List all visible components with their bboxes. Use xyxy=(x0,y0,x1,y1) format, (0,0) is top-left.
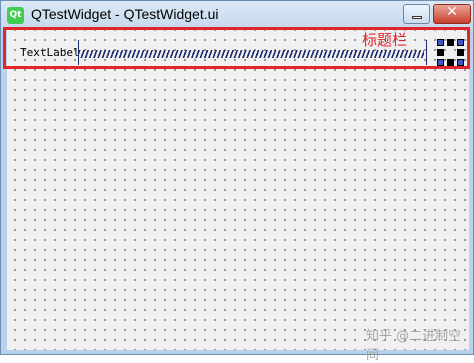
minimize-icon xyxy=(412,16,422,19)
form-canvas[interactable] xyxy=(7,30,469,350)
annotation-label: 标题栏 xyxy=(362,31,408,49)
window-title: QTestWidget - QTestWidget.ui xyxy=(31,6,219,22)
close-button[interactable]: ✕ xyxy=(433,4,471,24)
qt-logo-icon: Qt xyxy=(7,7,24,24)
title-bar[interactable]: Qt QTestWidget - QTestWidget.ui ✕ xyxy=(1,1,473,29)
close-icon: ✕ xyxy=(446,4,458,20)
minimize-button[interactable] xyxy=(403,4,430,24)
watermark: 知乎 @二进制空间 xyxy=(366,329,462,363)
